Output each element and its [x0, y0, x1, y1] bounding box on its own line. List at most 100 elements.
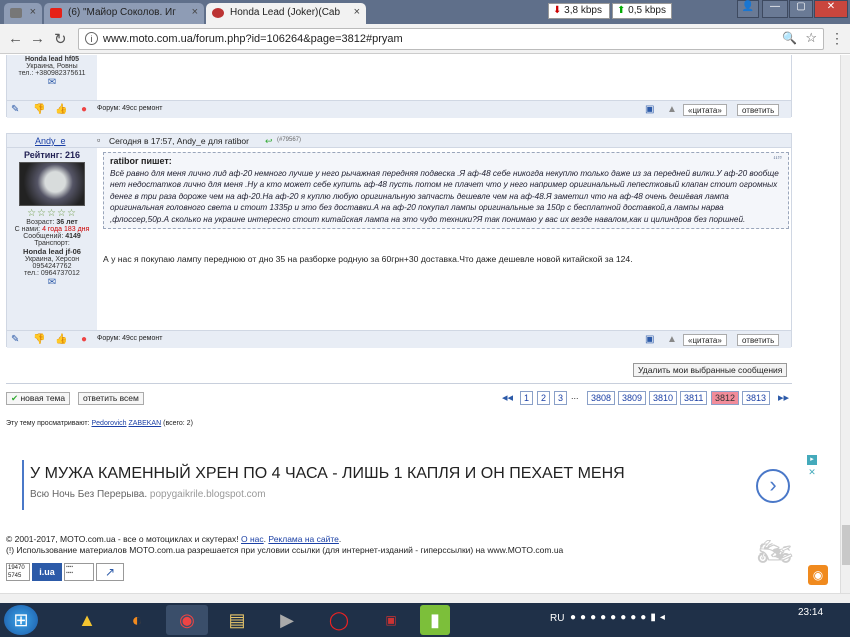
minimize-button[interactable]: — [762, 0, 788, 18]
delete-selected-button[interactable]: Удалить мои выбранные сообщения [633, 363, 788, 377]
net-up: ⬆ 0,5 kbps [612, 3, 672, 19]
like-icon[interactable]: 👍 [55, 334, 67, 345]
user-panel: Рейтинг: 216 ☆☆☆☆☆ Возраст: 36 лет С нам… [7, 148, 97, 330]
quote-mark-icon: “” [773, 153, 782, 168]
ad-arrow-icon[interactable]: › [756, 469, 790, 503]
counter-badge[interactable]: ▪▪▪▪ ▪▪▪▪ [64, 563, 94, 581]
select-icon[interactable]: ▣ [645, 334, 654, 345]
chrome-icon[interactable]: ◉ [166, 605, 208, 635]
forward-icon[interactable]: → [30, 30, 45, 47]
footer-notice: (!) Использование материалов MOTO.com.ua… [6, 545, 564, 555]
close-icon[interactable]: × [354, 6, 360, 18]
post-header-text: Сегодня в 17:57, Andy_e для ratibor [109, 136, 249, 146]
pm-icon[interactable]: ✉ [7, 77, 97, 88]
post-previous: Honda lead hf05 Украина, Ровны тел.: +38… [6, 55, 792, 118]
moto-logo: 🏍 [757, 536, 793, 567]
ads-link[interactable]: Реклама на сайте [268, 534, 339, 544]
media-icon[interactable]: ▶ [266, 605, 308, 635]
firefox-icon[interactable]: ◐ [116, 605, 158, 635]
quote-button[interactable]: «цитата» [683, 334, 727, 346]
about-link[interactable]: О нас [241, 534, 264, 544]
maximize-button[interactable]: ▢ [789, 0, 813, 18]
up-icon[interactable]: ▲ [667, 334, 677, 345]
dislike-icon[interactable]: 👎 [33, 104, 45, 115]
clock[interactable]: 23:14 [798, 607, 823, 618]
ad-sub[interactable]: Всю Ночь Без Перерыва. popygaikrile.blog… [30, 489, 266, 500]
divider [6, 383, 792, 384]
zoom-icon[interactable]: 🔍 [782, 31, 797, 45]
viewers-line: Эту тему просматривают: Pedorovich ZABEK… [6, 420, 193, 427]
page-link[interactable]: 3 [554, 391, 568, 405]
edit-icon[interactable]: ✎ [11, 334, 19, 345]
page-link[interactable]: 3809 [618, 391, 647, 405]
page-link[interactable]: 3810 [649, 391, 678, 405]
page-link[interactable]: 2 [537, 391, 551, 405]
reply-all-button[interactable]: ответить всем [78, 392, 144, 405]
ad-close-icon[interactable]: ✕ [807, 467, 817, 477]
reply-button[interactable]: ответить [737, 334, 780, 346]
avast-icon[interactable]: ▲ [66, 605, 108, 635]
start-button[interactable]: ⊞ [4, 605, 38, 635]
dislike-icon[interactable]: 👎 [33, 334, 45, 345]
tab-honda-lead[interactable]: Honda Lead (Joker)(Cab × [206, 3, 366, 24]
user-panel: Honda lead hf05 Украина, Ровны тел.: +38… [7, 55, 97, 100]
page-link[interactable]: 3813 [742, 391, 771, 405]
vertical-scrollbar[interactable] [840, 55, 850, 603]
pagination: 1 2 3... 3808 3809 3810 3811 3812 3813 [520, 391, 780, 405]
avatar[interactable] [19, 162, 85, 206]
new-topic-button[interactable]: ✔ новая тема [6, 392, 71, 405]
reply-arrow-icon: ↩ [265, 136, 273, 146]
author-link[interactable]: Andy_e [35, 136, 66, 146]
warn-icon[interactable]: ● [81, 104, 87, 115]
counter[interactable]: 19470 5745 [6, 563, 30, 581]
info-icon[interactable]: i [85, 32, 98, 45]
tab-youtube[interactable]: (6) "Майор Соколов. Иг × [44, 3, 204, 24]
pm-icon[interactable]: ✉ [7, 277, 97, 288]
page-link[interactable]: 3811 [680, 391, 708, 405]
tray-icons[interactable]: ●●●●●●●●▮◂ [570, 612, 669, 623]
back-icon[interactable]: ← [8, 30, 23, 47]
post-text: А у нас я покупаю лампу переднюю от дно … [103, 254, 633, 264]
rss-icon[interactable]: ◉ [808, 565, 828, 585]
up-icon[interactable]: ▲ [667, 104, 677, 115]
next-page-icon[interactable]: ▸▸ [778, 391, 789, 404]
screen: × (6) "Майор Соколов. Иг × Honda Lead (Jo… [0, 0, 850, 637]
page-link[interactable]: 3808 [587, 391, 616, 405]
opera-icon[interactable]: ◯ [318, 605, 360, 635]
close-icon[interactable]: × [30, 6, 36, 18]
ad-bar [22, 460, 24, 510]
user-icon[interactable]: 👤 [737, 0, 759, 18]
quote-button[interactable]: «цитата» [683, 104, 727, 116]
close-window-button[interactable]: ✕ [814, 0, 848, 18]
close-icon[interactable]: × [192, 6, 198, 18]
viewer-link[interactable]: ZABEKAN [128, 420, 161, 427]
tab-history[interactable]: × [4, 3, 42, 24]
app-icon[interactable]: ▣ [370, 605, 412, 635]
quote-block: ratibor пишет: “” Всё равно для меня лич… [103, 152, 789, 229]
reload-icon[interactable]: ↻ [54, 30, 67, 48]
prev-page-icon[interactable]: ◂◂ [502, 391, 513, 404]
horizontal-scrollbar[interactable] [0, 593, 850, 603]
url-input[interactable]: i www.moto.com.ua/forum.php?id=106264&pa… [78, 28, 824, 50]
page-link[interactable]: 3812 [711, 391, 740, 405]
reply-button[interactable]: ответить [737, 104, 780, 116]
ad-info-icon[interactable]: ▸ [807, 455, 817, 465]
post-body: ratibor пишет: “” Всё равно для меня лич… [97, 148, 791, 330]
folder-icon[interactable]: ▤ [216, 605, 258, 635]
scroll-thumb[interactable] [842, 525, 850, 565]
ad-headline[interactable]: У МУЖА КАМЕННЫЙ ХРЕН ПО 4 ЧАСА - ЛИШЬ 1 … [30, 465, 625, 483]
language-indicator[interactable]: RU [550, 613, 564, 624]
i-ua-logo[interactable]: i.ua [32, 563, 62, 581]
menu-icon[interactable]: ⋮ [830, 30, 844, 47]
select-icon[interactable]: ▣ [645, 104, 654, 115]
post-footer: ✎ 👎 👍 ● Форум: 49сс ремонт ▣ ▲ «цитата» … [7, 330, 791, 348]
edit-icon[interactable]: ✎ [11, 104, 19, 115]
arrow-badge-icon[interactable]: ↗ [96, 563, 124, 581]
utorrent-icon[interactable]: ▮ [420, 605, 450, 635]
star-icon[interactable]: ☆ [805, 30, 817, 46]
viewer-link[interactable]: Pedorovich [92, 420, 127, 427]
post-footer: ✎ 👎 👍 ● Форум: 49сс ремонт ▣ ▲ «цитата» … [7, 100, 791, 118]
warn-icon[interactable]: ● [81, 334, 87, 345]
like-icon[interactable]: 👍 [55, 104, 67, 115]
page-link[interactable]: 1 [520, 391, 534, 405]
